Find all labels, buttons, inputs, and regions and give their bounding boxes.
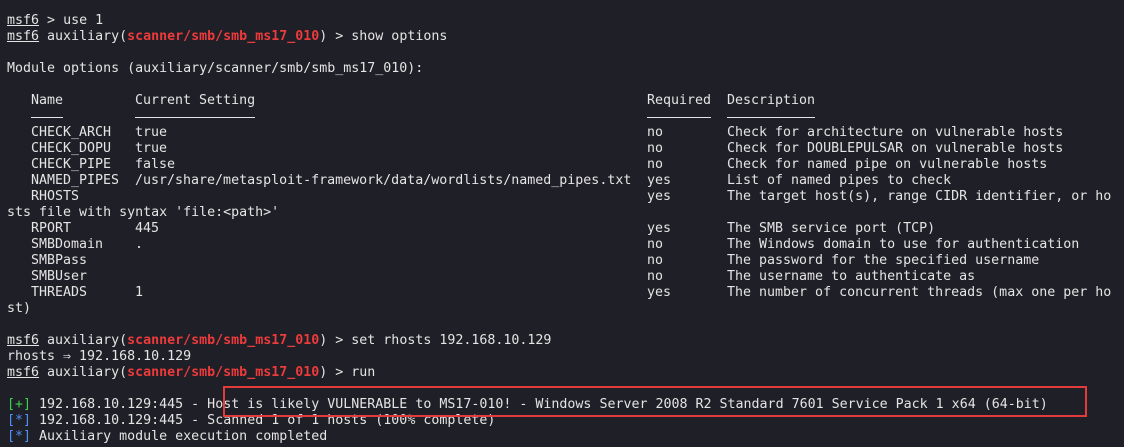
option-description: The SMB service port (TCP) xyxy=(727,221,936,236)
option-required: no xyxy=(647,237,664,252)
option-current-setting: false xyxy=(135,157,176,172)
header-name: Name xyxy=(31,93,64,108)
command-text: show options xyxy=(351,29,448,44)
option-description: The username to authenticate as xyxy=(727,269,976,284)
option-name: RPORT xyxy=(31,221,72,236)
prompt-name: msf6 xyxy=(7,365,40,380)
option-required: no xyxy=(647,157,664,172)
option-description-wrap: st) xyxy=(7,301,32,316)
option-description: Check for DOUBLEPULSAR on vulnerable hos… xyxy=(727,141,1064,156)
option-required: no xyxy=(647,125,664,140)
prompt-prefix: auxiliary( xyxy=(47,333,128,348)
option-required: yes xyxy=(647,285,672,300)
result-line-completed: [*] Auxiliary module execution completed xyxy=(7,429,1124,445)
result-host: 192.168.10.129:445 xyxy=(39,397,184,412)
option-current-setting: true xyxy=(135,125,168,140)
command-text: use 1 xyxy=(63,13,104,28)
prompt-name: msf6 xyxy=(7,333,40,348)
option-description: The target host(s), range CIDR identifie… xyxy=(727,189,1112,204)
option-description: The Windows domain to use for authentica… xyxy=(727,237,1080,252)
terminal-output: msf6 > use 1 msf6 auxiliary(scanner/smb/… xyxy=(7,13,1124,445)
option-current-setting xyxy=(135,269,647,285)
option-description-wrap: sts file with syntax 'file:<path>' xyxy=(7,205,280,220)
options-table-body: CHECK_ARCH true no Check for architecture o… xyxy=(7,125,1124,317)
option-row: RHOSTS yes The target host(s), range CIDR … xyxy=(7,189,1124,205)
option-required: no xyxy=(647,269,664,284)
option-description: List of named pipes to check xyxy=(727,173,952,188)
options-table-header: Name Current Setting Required Descriptio… xyxy=(7,93,1124,109)
option-current-setting: 445 xyxy=(135,221,160,236)
option-current-setting: 1 xyxy=(135,285,144,300)
module-options-title: Module options (auxiliary/scanner/smb/sm… xyxy=(7,61,424,76)
option-row: SMBDomain. no The Windows domain to use fo… xyxy=(7,237,1124,253)
header-description: Description xyxy=(727,93,816,108)
option-row: THREADS 1 yes The number of concurrent thre… xyxy=(7,285,1124,301)
command-line-use: msf6 > use 1 xyxy=(7,13,104,28)
option-required: no xyxy=(647,253,664,268)
option-description: Check for named pipe on vulnerable hosts xyxy=(727,157,1048,172)
prompt-name: msf6 xyxy=(7,29,40,44)
option-description: Check for architecture on vulnerable hos… xyxy=(727,125,1064,140)
option-current-setting: . xyxy=(135,237,144,252)
option-name: THREADS xyxy=(31,285,88,300)
success-tag: [+] xyxy=(7,397,32,412)
prompt-suffix: ) > xyxy=(319,333,352,348)
option-name: SMBDomain xyxy=(31,237,104,252)
prompt-module: scanner/smb/smb_ms17_010 xyxy=(127,333,320,348)
prompt-name: msf6 xyxy=(7,13,40,28)
prompt-prefix: auxiliary( xyxy=(47,365,128,380)
option-current-setting: true xyxy=(135,141,168,156)
info-tag: [*] xyxy=(7,429,32,444)
option-name: RHOSTS xyxy=(31,189,80,204)
header-current-setting: Current Setting xyxy=(135,93,256,108)
option-required: yes xyxy=(647,221,672,236)
header-required: Required xyxy=(647,93,712,108)
command-text: set rhosts 192.168.10.129 xyxy=(351,333,552,348)
option-name: CHECK_ARCH xyxy=(31,125,112,140)
prompt-suffix: ) > xyxy=(319,365,352,380)
command-line-run: msf6 auxiliary(scanner/smb/smb_ms17_010)… xyxy=(7,365,1124,381)
vulnerable-highlight-box xyxy=(223,386,1087,417)
options-table-header-underline xyxy=(7,109,1124,125)
command-line-show-options: msf6 auxiliary(scanner/smb/smb_ms17_010)… xyxy=(7,29,1124,45)
rhosts-result: rhosts ⇒ 192.168.10.129 xyxy=(7,349,192,364)
option-description: The number of concurrent threads (max on… xyxy=(727,285,1112,300)
option-name: CHECK_DOPU xyxy=(31,141,112,156)
option-row: NAMED_PIPES/usr/share/metasploit-framewo… xyxy=(7,173,1124,189)
option-name: CHECK_PIPE xyxy=(31,157,112,172)
result-host: 192.168.10.129:445 xyxy=(39,413,184,428)
option-current-setting xyxy=(135,253,647,269)
option-row: CHECK_ARCH true no Check for architecture o… xyxy=(7,125,1124,141)
option-row: CHECK_PIPE false no Check for named pipe on… xyxy=(7,157,1124,173)
option-name: SMBUser xyxy=(31,269,88,284)
option-name: NAMED_PIPES xyxy=(31,173,120,188)
option-row: RPORT 445 yes The SMB service port (TCP) xyxy=(7,221,1124,237)
prompt-prefix: auxiliary( xyxy=(47,29,128,44)
option-required: yes xyxy=(647,173,672,188)
result-message: Auxiliary module execution completed xyxy=(39,429,328,444)
option-row: CHECK_DOPU true no Check for DOUBLEPULSAR o… xyxy=(7,141,1124,157)
option-current-setting: /usr/share/metasploit-framework/data/wor… xyxy=(135,173,632,188)
prompt-module: scanner/smb/smb_ms17_010 xyxy=(127,365,320,380)
prompt-module: scanner/smb/smb_ms17_010 xyxy=(127,29,320,44)
command-line-set-rhosts: msf6 auxiliary(scanner/smb/smb_ms17_010)… xyxy=(7,333,1124,349)
option-required: no xyxy=(647,141,664,156)
option-name: SMBPass xyxy=(31,253,88,268)
info-tag: [*] xyxy=(7,413,32,428)
option-description: The password for the specified username xyxy=(727,253,1040,268)
option-row: SMBPass no The password for the specified … xyxy=(7,253,1124,269)
option-current-setting xyxy=(135,189,647,205)
prompt-suffix: ) > xyxy=(319,29,352,44)
option-row: SMBUser no The username to authenticate as xyxy=(7,269,1124,285)
command-text: run xyxy=(351,365,376,380)
option-required: yes xyxy=(647,189,672,204)
